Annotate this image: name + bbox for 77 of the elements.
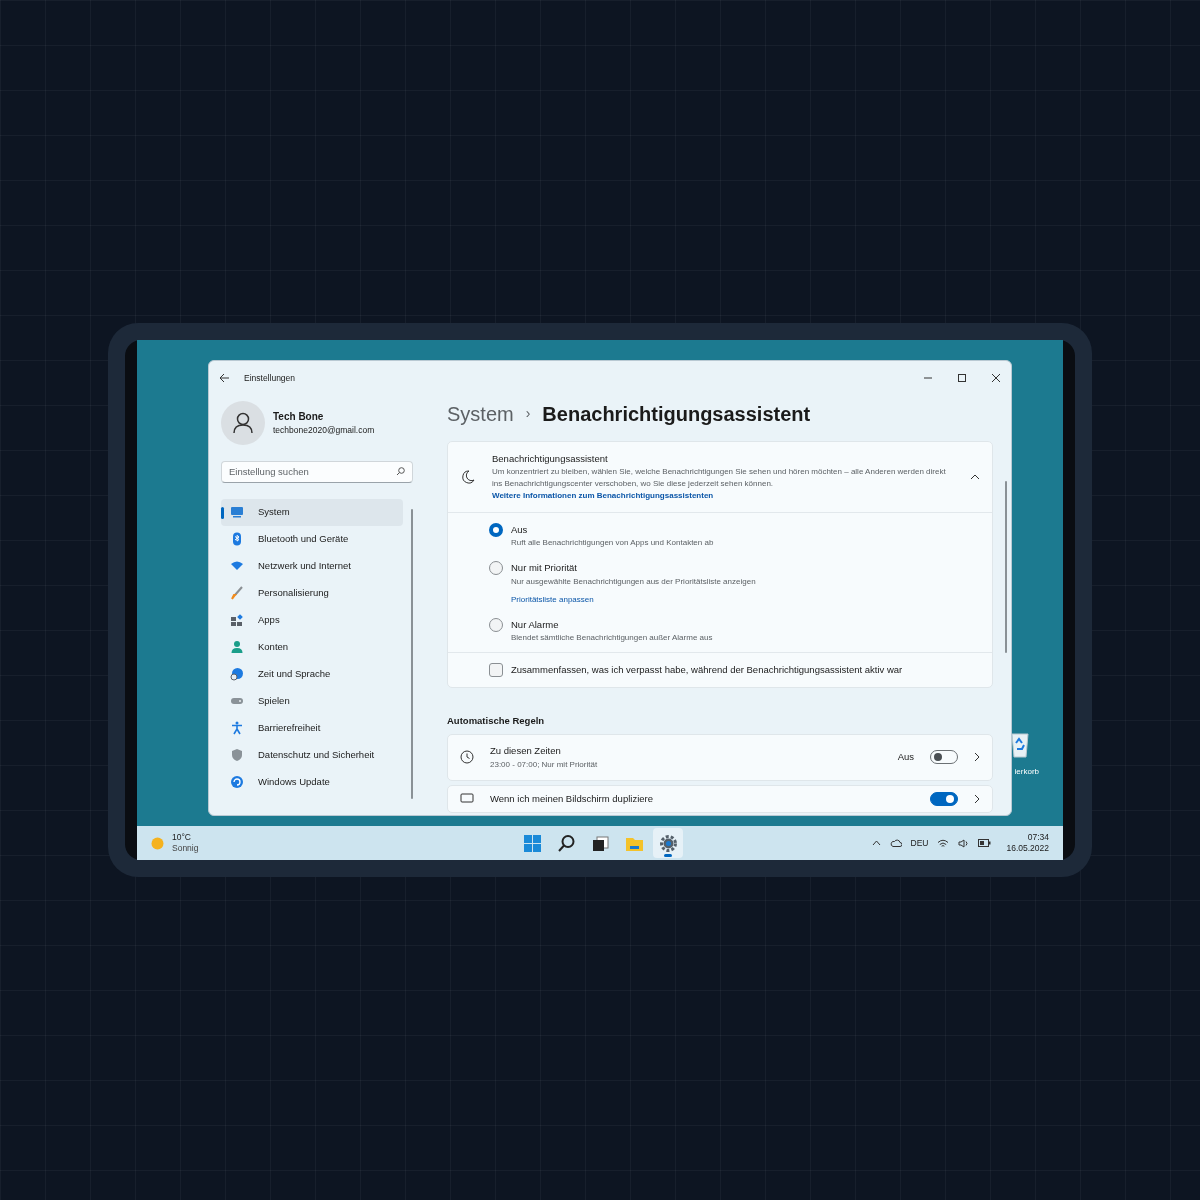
- search-icon: [396, 467, 405, 477]
- shield-icon: [230, 748, 244, 763]
- card-description: Um konzentriert zu bleiben, wählen Sie, welche Benachrichtigungen Sie sehen und hören möchten – alle Anderen werden direkt ins Benachrichtigungscenter verschoben, wo Sie diese jederzeit sehen können. Weitere Informationen zum Benachrichtigungsassistenten: [492, 466, 947, 503]
- option-label: Nur Alarme: [511, 617, 560, 632]
- user-email: techbone2020@gmail.com: [273, 423, 375, 437]
- toggle-state-label: Aus: [897, 750, 914, 765]
- nav-item[interactable]: Windows Update: [221, 768, 403, 796]
- windows-logo-icon: [522, 833, 542, 853]
- page-title: Benachrichtigungsassistent: [542, 401, 811, 427]
- chevron-up-icon[interactable]: [970, 473, 980, 480]
- moon-icon: [460, 468, 476, 485]
- breadcrumb-parent[interactable]: System: [447, 398, 514, 429]
- speaker-icon[interactable]: [958, 838, 970, 848]
- chevron-right-icon: [974, 793, 980, 804]
- nav-item[interactable]: Personalisierung: [221, 579, 403, 607]
- nav-item[interactable]: Barrierefreiheit: [221, 714, 403, 742]
- checkbox-label: Zusammenfassen, was ich verpasst habe, während der Benachrichtigungsassistent aktiv war: [511, 662, 903, 677]
- nav-item[interactable]: Konten: [221, 633, 403, 661]
- rule-card[interactable]: Wenn ich meinen Bildschirm dupliziere: [447, 784, 993, 813]
- monitor-icon: [230, 505, 244, 520]
- person-icon: [230, 640, 244, 655]
- radio-button[interactable]: [489, 523, 503, 538]
- rule-title: Wenn ich meinen Bildschirm dupliziere: [490, 791, 654, 806]
- clock-icon: [460, 750, 474, 765]
- search-box[interactable]: Einstellung suchen: [221, 460, 413, 483]
- weather-condition: Sonnig: [172, 843, 199, 854]
- globe-icon: [230, 667, 244, 682]
- customize-link[interactable]: Prioritätsliste anpassen: [511, 593, 594, 606]
- gear-icon: [658, 833, 678, 853]
- checkbox[interactable]: [489, 662, 503, 677]
- person-icon: [233, 411, 253, 434]
- option-label: Nur mit Priorität: [511, 561, 578, 576]
- nav-item[interactable]: Netzwerk und Internet: [221, 552, 403, 580]
- battery-icon[interactable]: [978, 839, 992, 847]
- window-title: Einstellungen: [244, 371, 296, 385]
- wifi-icon[interactable]: [937, 838, 950, 848]
- language-indicator[interactable]: DEU: [910, 836, 929, 850]
- nav-item[interactable]: Apps: [221, 606, 403, 634]
- rule-title: Zu diesen Zeiten: [490, 744, 562, 759]
- desktop-icon-label[interactable]: ierkorb: [1014, 766, 1039, 778]
- radio-button[interactable]: [489, 617, 503, 632]
- clock-time[interactable]: 07:34: [1027, 832, 1049, 843]
- breadcrumb-separator: ›: [525, 404, 531, 424]
- option-label: Aus: [511, 523, 529, 538]
- paintbrush-icon: [230, 586, 244, 601]
- option-description: Nur ausgewählte Benachrichtigungen aus der Prioritätsliste anzeigen: [511, 575, 756, 588]
- user-name: Tech Bone: [273, 409, 325, 424]
- section-heading: Automatische Regeln: [447, 714, 546, 729]
- cloud-icon[interactable]: [889, 839, 902, 847]
- chevron-up-icon[interactable]: [871, 840, 881, 846]
- monitor-icon: [460, 791, 474, 806]
- search-field[interactable]: Einstellung suchen: [229, 464, 396, 479]
- nav-item[interactable]: Zeit und Sprache: [221, 660, 403, 688]
- maximize-icon[interactable]: [957, 372, 967, 383]
- card-title: Benachrichtigungsassistent: [492, 451, 609, 466]
- back-arrow-icon[interactable]: [219, 372, 230, 383]
- accessibility-icon: [230, 721, 244, 736]
- option-description: Ruft alle Benachrichtigungen von Apps und Kontakten ab: [511, 537, 714, 550]
- bluetooth-icon: [230, 532, 244, 547]
- task-view-icon: [590, 833, 610, 853]
- nav-item[interactable]: Datenschutz und Sicherheit: [221, 741, 403, 769]
- close-icon[interactable]: [991, 372, 1001, 383]
- radio-button[interactable]: [489, 561, 503, 576]
- nav-item[interactable]: Spielen: [221, 687, 403, 715]
- rule-subtitle: 23:00 - 07:00; Nur mit Priorität: [490, 758, 599, 771]
- option-description: Blendet sämtliche Benachrichtigungen außer Alarme aus: [511, 631, 713, 644]
- apps-icon: [230, 613, 244, 628]
- update-icon: [230, 775, 244, 790]
- toggle-switch[interactable]: [930, 791, 958, 806]
- clock-date[interactable]: 16.05.2022: [1006, 843, 1049, 854]
- learn-more-link[interactable]: Weitere Informationen zum Benachrichtigungsassistenten: [492, 491, 714, 501]
- nav-item[interactable]: Bluetooth und Geräte: [221, 525, 403, 553]
- temperature: 10°C: [172, 832, 192, 843]
- nav-item[interactable]: System: [221, 498, 403, 526]
- chevron-right-icon: [974, 752, 980, 763]
- rule-card[interactable]: Zu diesen Zeiten 23:00 - 07:00; Nur mit Priorität Aus: [447, 734, 993, 781]
- search-icon: [556, 833, 576, 853]
